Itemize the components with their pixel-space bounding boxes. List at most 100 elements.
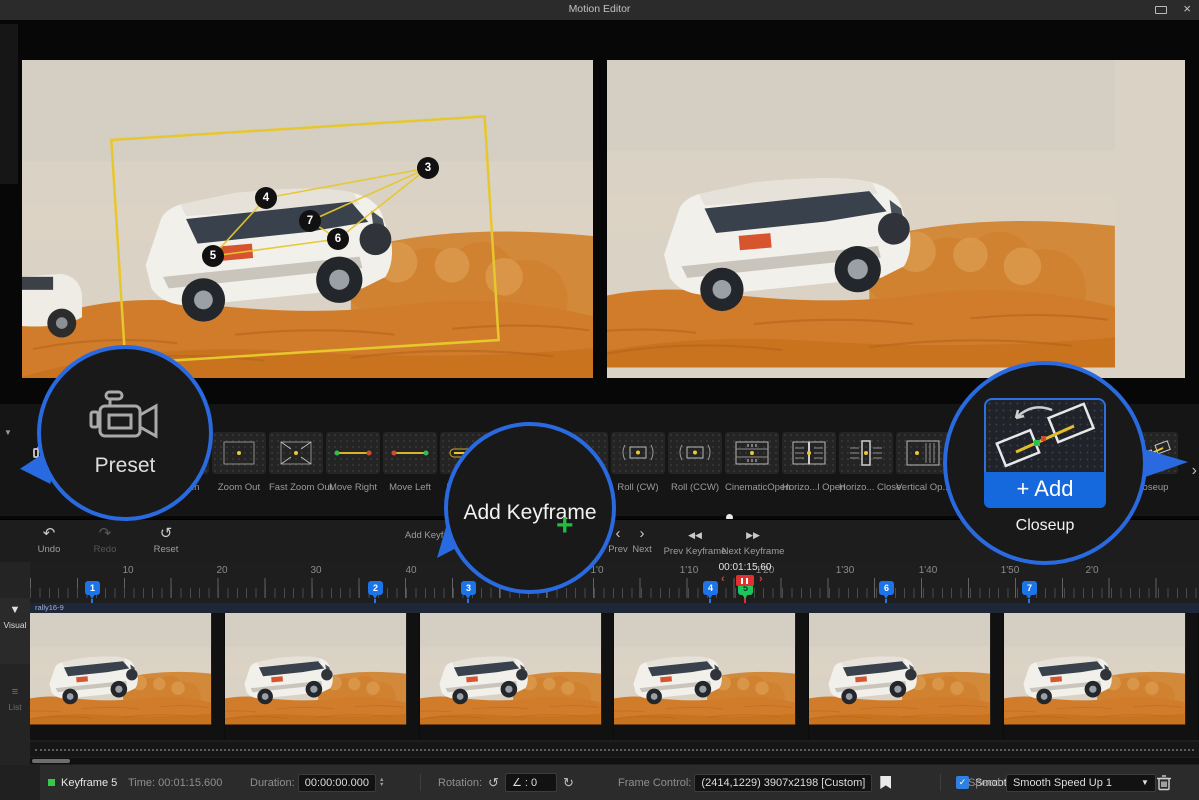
window-title: Motion Editor	[0, 3, 1199, 15]
cinematic-open-thumbnail	[725, 432, 779, 474]
timeline-keyframe-7[interactable]: 7	[1022, 581, 1037, 595]
frame-control-value[interactable]: (2414,1229) 3907x2198 [Custom]	[694, 774, 872, 792]
preset-item-roll-ccw[interactable]: Roll (CCW)	[668, 432, 722, 493]
filmstrip-frame	[225, 613, 420, 740]
redo-button[interactable]: ↷ Redo	[88, 526, 122, 555]
playhead-right-arrow-icon[interactable]: ›	[759, 573, 763, 585]
closeup-motion-graphic	[986, 400, 1104, 472]
maximize-icon[interactable]	[1155, 6, 1167, 14]
timeline-scrollbar[interactable]	[30, 758, 1199, 764]
next-keyframe-button[interactable]: ▶▶ Next Keyframe	[712, 528, 794, 557]
speed-select[interactable]: Smooth Speed Up 1 ▼	[1006, 774, 1156, 792]
closeup-preset-card[interactable]: + Add	[984, 398, 1106, 508]
time-status: Time: 00:01:15.600	[128, 765, 222, 800]
preset-item-zoom-out[interactable]: Zoom Out	[212, 432, 266, 493]
funnel-icon: ▼	[0, 604, 30, 616]
time-value: 00:01:15.600	[158, 777, 222, 789]
keyframe-point-5[interactable]: 5	[202, 245, 224, 267]
add-preset-button[interactable]: + Add	[984, 472, 1106, 508]
tab-visual[interactable]: ▼ Visual	[0, 598, 30, 664]
camera-icon-large	[82, 388, 168, 444]
list-icon: ≡	[0, 686, 30, 698]
preset-item-horizontal-open[interactable]: Horizo...l Open	[782, 432, 836, 493]
ruler-label: 10	[122, 565, 133, 576]
horizontal-open-thumbnail	[782, 432, 836, 474]
ruler-label: 1'10	[680, 565, 699, 576]
playhead-handle[interactable]	[736, 575, 754, 586]
keyframe-point-3[interactable]: 3	[417, 157, 439, 179]
horizontal-close-thumbnail	[839, 432, 893, 474]
timeline-keyframe-1[interactable]: 1	[85, 581, 100, 595]
preset-item-horizontal-close[interactable]: Horizo... Close	[839, 432, 893, 493]
roll-ccw-thumbnail	[668, 432, 722, 474]
bookmark-edit-icon[interactable]	[880, 776, 891, 789]
timeline-panel: ▼ Visual ≡ List 10 20 30 40 50 1'0 1'10 …	[0, 562, 1199, 765]
duration-down-icon[interactable]: ▼	[379, 783, 384, 788]
crop-box[interactable]	[111, 116, 498, 363]
preset-item-fast-zoom-out[interactable]: Fast Zoom Out	[269, 432, 323, 493]
chevron-down-icon: ▼	[1141, 778, 1149, 787]
empty-track[interactable]	[30, 742, 1199, 757]
keyframe-point-7[interactable]: 7	[299, 210, 321, 232]
timeline-sidebar: ▼ Visual ≡ List	[0, 562, 30, 765]
move-right-thumbnail	[326, 432, 380, 474]
zoom-out-thumbnail	[212, 432, 266, 474]
next-button[interactable]: › Next	[626, 526, 658, 555]
undo-button[interactable]: ↶ Undo	[32, 526, 66, 555]
preset-item-move-left[interactable]: Move Left	[383, 432, 437, 493]
ruler-label: 1'50	[1001, 565, 1020, 576]
fast-zoom-out-thumbnail	[269, 432, 323, 474]
rotate-cw-icon[interactable]: ↻	[563, 775, 574, 791]
ruler-label: 20	[216, 565, 227, 576]
filmstrip-frame	[1004, 613, 1199, 740]
duration-input[interactable]: 00:00:00.000	[298, 774, 376, 792]
preset-item-cinematic-open[interactable]: CinematicOpen	[725, 432, 779, 493]
titlebar: Motion Editor ×	[0, 0, 1199, 20]
motion-editor-window: Motion Editor × 3 4 5 6 7	[0, 0, 1199, 800]
playhead-left-arrow-icon[interactable]: ‹	[721, 573, 725, 585]
preset-item-roll-cw[interactable]: Roll (CW)	[611, 432, 665, 493]
delete-keyframe-button[interactable]	[1156, 774, 1172, 791]
keyframe-path-lines	[213, 168, 428, 256]
ruler-label: 40	[405, 565, 416, 576]
reset-button[interactable]: ↺ Reset	[148, 526, 184, 555]
undo-icon: ↶	[32, 526, 66, 541]
filmstrip-track[interactable]	[30, 613, 1199, 740]
keyframe-status-icon	[48, 779, 55, 786]
preview-pane-edit[interactable]: 3 4 5 6 7	[22, 60, 593, 378]
preview-area: 3 4 5 6 7	[0, 20, 1199, 404]
closeup-magnifier: + Add Closeup	[943, 361, 1147, 565]
frame-control: Frame Control: (2414,1229) 3907x2198 [Cu…	[618, 765, 891, 800]
rotation-control: Rotation: ↺ ∠ : 0 ↻	[438, 765, 580, 800]
keyframe-point-6[interactable]: 6	[327, 228, 349, 250]
timeline-track-area[interactable]: 10 20 30 40 50 1'0 1'10 1'20 1'30 1'40 1…	[30, 562, 1199, 765]
preset-item-vertical-open[interactable]: Vertical Op...	[896, 432, 950, 493]
ruler-label: 30	[310, 565, 321, 576]
timeline-keyframe-4[interactable]: 4	[703, 581, 718, 595]
add-keyframe-magnifier: + Add Keyframe	[444, 422, 616, 594]
rotate-ccw-icon[interactable]: ↺	[488, 775, 499, 791]
timeline-scroll-handle[interactable]	[32, 759, 70, 763]
timeline-keyframe-2[interactable]: 2	[368, 581, 383, 595]
filmstrip-frame	[420, 613, 615, 740]
closeup-magnifier-label: Closeup	[1016, 517, 1075, 535]
filmstrip-frame	[809, 613, 1004, 740]
timeline-keyframe-6[interactable]: 6	[879, 581, 894, 595]
close-icon[interactable]: ×	[1183, 1, 1191, 16]
roll-cw-thumbnail	[611, 432, 665, 474]
current-time-label: 00:01:15.60	[719, 562, 772, 573]
active-keyframe-status: Keyframe 5	[48, 765, 117, 800]
vertical-open-thumbnail	[896, 432, 950, 474]
filmstrip-frame	[30, 613, 225, 740]
next-icon: ›	[626, 526, 658, 541]
tab-list[interactable]: ≡ List	[0, 680, 30, 746]
preset-item-move-right[interactable]: Move Right	[326, 432, 380, 493]
angle-input[interactable]: ∠ : 0	[505, 773, 557, 792]
preview-pane-result	[607, 60, 1185, 378]
keyframe-point-4[interactable]: 4	[255, 187, 277, 209]
add-keyframe-magnifier-label: Add Keyframe	[463, 501, 596, 525]
strip-scroll-right-icon[interactable]: ›	[1192, 462, 1197, 480]
ruler-label: 1'30	[836, 565, 855, 576]
reset-icon: ↺	[148, 526, 184, 541]
timeline-keyframe-3[interactable]: 3	[461, 581, 476, 595]
